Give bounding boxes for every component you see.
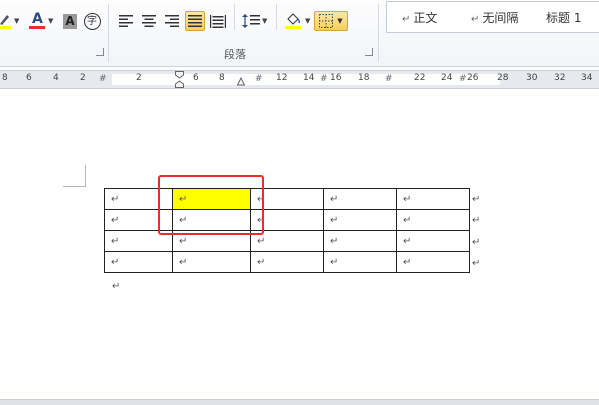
align-right-icon bbox=[165, 15, 179, 27]
button-separator bbox=[276, 4, 277, 30]
paragraph-mark: ↵ bbox=[112, 281, 121, 292]
distributed-icon bbox=[210, 14, 226, 28]
ruler-number: 22 bbox=[414, 73, 426, 83]
align-right-button[interactable] bbox=[162, 11, 182, 31]
style-normal-label: 正文 bbox=[413, 11, 438, 25]
highlight-dropdown-icon[interactable]: ▼ bbox=[14, 17, 19, 25]
styles-gallery: ↵ 正文 ↵ 无间隔 标题 1 bbox=[386, 1, 599, 33]
ruler-number: 14 bbox=[303, 73, 315, 83]
paragraph-group-label: 段落 bbox=[224, 48, 246, 61]
ruler-number: 24 bbox=[441, 73, 453, 83]
column-marker-icon[interactable]: # bbox=[320, 74, 328, 84]
table-cell[interactable]: ↵ bbox=[104, 251, 173, 273]
table-cell[interactable]: ↵ bbox=[396, 230, 470, 252]
annotation-red-box bbox=[158, 175, 264, 235]
ruler-number: 32 bbox=[554, 73, 566, 83]
group-separator bbox=[378, 4, 379, 62]
justify-icon bbox=[188, 15, 202, 27]
table-cell[interactable]: ↵ bbox=[323, 188, 397, 210]
font-dialog-launcher-icon[interactable] bbox=[96, 48, 104, 56]
ruler-number: 2 bbox=[136, 73, 142, 83]
paragraph-dialog-launcher-icon[interactable] bbox=[365, 48, 373, 56]
style-heading-1[interactable]: 标题 1 bbox=[546, 9, 581, 26]
ruler-number: 16 bbox=[330, 73, 342, 83]
borders-dropdown-icon[interactable]: ▼ bbox=[337, 17, 342, 25]
shading-button[interactable] bbox=[283, 11, 303, 31]
table-cell[interactable]: ↵ bbox=[323, 251, 397, 273]
table-cell[interactable]: ↵ bbox=[323, 230, 397, 252]
align-left-button[interactable] bbox=[116, 11, 136, 31]
line-spacing-dropdown-icon[interactable]: ▼ bbox=[262, 17, 267, 25]
table-cell[interactable]: ↵ bbox=[323, 209, 397, 231]
shading-dropdown-icon[interactable]: ▼ bbox=[305, 17, 310, 25]
character-shading-button[interactable]: A bbox=[60, 11, 80, 31]
column-marker-icon[interactable]: # bbox=[385, 74, 393, 84]
table-cell[interactable]: ↵ bbox=[396, 209, 470, 231]
table-cell[interactable]: ↵ bbox=[396, 251, 470, 273]
paragraph-mark-icon: ↵ bbox=[402, 14, 411, 25]
style-no-spacing[interactable]: ↵ 无间隔 bbox=[471, 9, 518, 26]
row-end-mark: ↵ bbox=[472, 258, 481, 269]
line-spacing-button[interactable] bbox=[241, 11, 261, 31]
ruler-number: 4 bbox=[53, 73, 59, 83]
line-spacing-icon bbox=[242, 14, 260, 28]
button-separator bbox=[234, 4, 235, 30]
ruler-number: 30 bbox=[526, 73, 538, 83]
ribbon: ▼ A ▼ A 字 ▼ ▼ ▼ 段落 ↵ 正文 ↵ 无间隔 标题 1 bbox=[0, 0, 599, 67]
group-separator bbox=[108, 4, 109, 62]
row-end-mark: ↵ bbox=[472, 237, 481, 248]
right-indent-marker-icon[interactable] bbox=[237, 72, 245, 86]
paragraph-mark-icon: ↵ bbox=[471, 14, 480, 25]
table-row: ↵ ↵ ↵ ↵ ↵ bbox=[104, 251, 470, 273]
style-normal[interactable]: ↵ 正文 bbox=[402, 9, 437, 26]
ruler-number: 6 bbox=[26, 73, 32, 83]
horizontal-ruler[interactable]: 8 6 4 2 # 2 6 8 # 12 14 # 16 18 # 22 24 … bbox=[0, 70, 599, 89]
borders-icon bbox=[319, 14, 334, 28]
ruler-number: 18 bbox=[358, 73, 370, 83]
ruler-number: 26 bbox=[467, 73, 479, 83]
page-corner-mark bbox=[63, 165, 86, 187]
character-shading-icon: A bbox=[63, 13, 77, 29]
highlighter-icon bbox=[0, 15, 11, 29]
ruler-number: 6 bbox=[193, 73, 199, 83]
ruler-number: 8 bbox=[2, 73, 8, 83]
align-center-icon bbox=[142, 15, 156, 27]
enclose-characters-button[interactable]: 字 bbox=[82, 11, 102, 31]
row-end-mark: ↵ bbox=[472, 215, 481, 226]
ruler-number: 8 bbox=[219, 73, 225, 83]
table-cell[interactable]: ↵ bbox=[250, 251, 324, 273]
ruler-number: 34 bbox=[581, 73, 593, 83]
align-left-icon bbox=[119, 15, 133, 27]
font-color-dropdown-icon[interactable]: ▼ bbox=[48, 17, 53, 25]
borders-button[interactable]: ▼ bbox=[314, 11, 348, 31]
row-end-mark: ↵ bbox=[472, 194, 481, 205]
ruler-number: 28 bbox=[497, 73, 509, 83]
enclose-characters-icon: 字 bbox=[83, 12, 101, 30]
ruler-number: 2 bbox=[80, 73, 86, 83]
column-marker-icon[interactable]: # bbox=[99, 74, 107, 84]
column-marker-icon[interactable]: # bbox=[459, 74, 467, 84]
table-cell[interactable]: ↵ bbox=[396, 188, 470, 210]
page-bottom-edge bbox=[0, 399, 599, 405]
indent-marker-icon[interactable] bbox=[175, 71, 184, 88]
font-color-bar bbox=[29, 26, 45, 29]
text-highlight-color-button[interactable] bbox=[0, 11, 14, 31]
paint-bucket-icon bbox=[285, 13, 301, 29]
ruler-number: 12 bbox=[276, 73, 288, 83]
column-marker-icon[interactable]: # bbox=[255, 74, 263, 84]
style-heading-1-label: 标题 1 bbox=[546, 11, 582, 25]
distributed-button[interactable] bbox=[208, 11, 228, 31]
table-cell[interactable]: ↵ bbox=[172, 251, 251, 273]
justify-button[interactable] bbox=[185, 11, 205, 31]
align-center-button[interactable] bbox=[139, 11, 159, 31]
font-color-button[interactable]: A bbox=[27, 11, 47, 31]
font-color-icon: A bbox=[32, 11, 43, 27]
style-no-spacing-label: 无间隔 bbox=[482, 11, 519, 25]
